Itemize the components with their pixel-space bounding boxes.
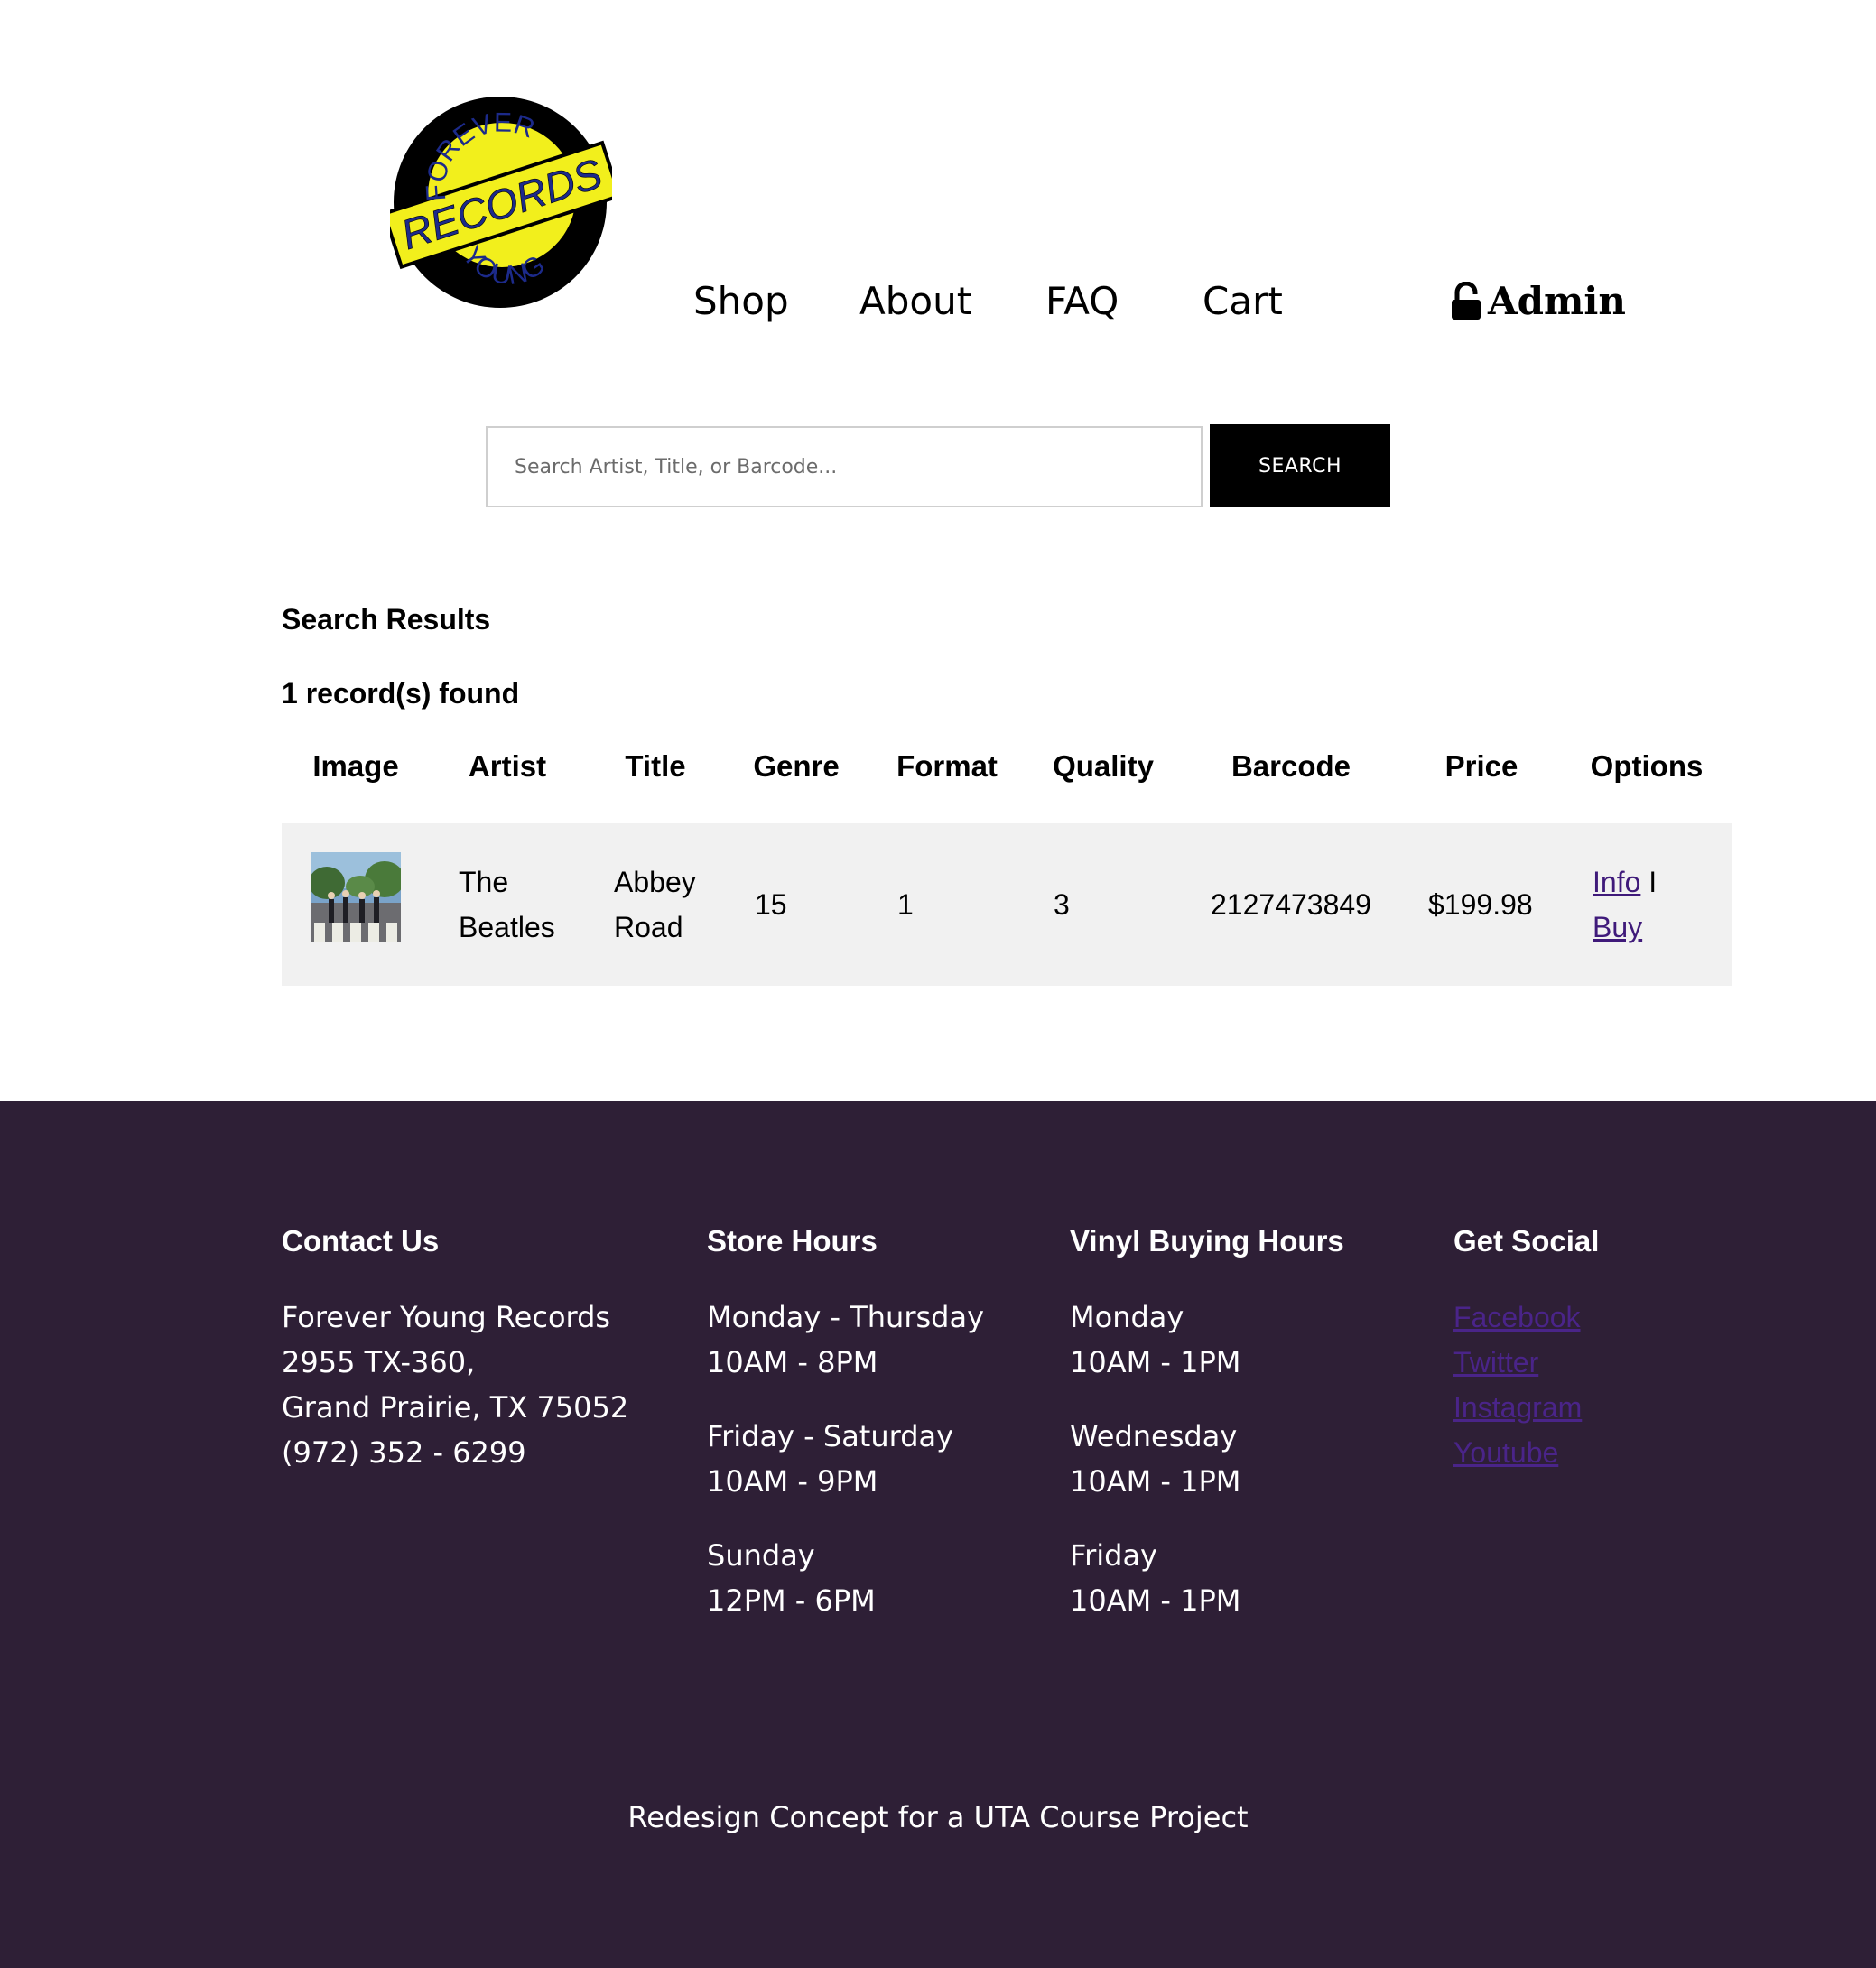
nav-cart-link[interactable]: Cart [1203, 276, 1283, 327]
cell-format: 1 [897, 888, 914, 921]
buy-link[interactable]: Buy [1593, 911, 1642, 943]
youtube-link[interactable]: Youtube [1453, 1430, 1599, 1475]
footer-store-hours-heading: Store Hours [707, 1224, 878, 1258]
footer-vinyl-hours-heading: Vinyl Buying Hours [1070, 1224, 1344, 1258]
site-footer: Contact Us Forever Young Records 2955 TX… [0, 1101, 1876, 1968]
search-button[interactable]: SEARCH [1210, 424, 1390, 507]
store-hours-time: 12PM - 6PM [707, 1583, 876, 1618]
footer-social-heading: Get Social [1453, 1224, 1600, 1258]
store-hours-days: Sunday [707, 1538, 815, 1573]
column-header-format: Format [896, 749, 998, 783]
nav-faq-link[interactable]: FAQ [1045, 276, 1119, 327]
footer-contact-name: Forever Young Records [282, 1300, 611, 1334]
store-hours-days: Friday - Saturday [707, 1419, 954, 1453]
footer-social: Get Social Facebook Twitter Instagram Yo… [1453, 1224, 1599, 1475]
column-header-barcode: Barcode [1231, 749, 1351, 783]
instagram-link[interactable]: Instagram [1453, 1385, 1599, 1430]
vinyl-hours-day: Friday [1070, 1538, 1157, 1573]
nav-admin-label: Admin [1488, 279, 1626, 323]
footer-contact-street: 2955 TX-360, [282, 1345, 476, 1379]
results-table-header: Image Artist Title Genre Format Quality … [282, 749, 1732, 794]
cell-genre: 15 [755, 888, 787, 921]
vinyl-hours-time: 10AM - 1PM [1070, 1583, 1241, 1618]
vinyl-hours-day: Monday [1070, 1300, 1184, 1334]
cell-artist: The Beatles [459, 859, 555, 950]
column-header-title: Title [625, 749, 686, 783]
footer-contact-heading: Contact Us [282, 1224, 440, 1258]
cell-price: $199.98 [1428, 888, 1533, 921]
footer-contact-phone: (972) 352 - 6299 [282, 1435, 526, 1470]
cell-options: Info I Buy [1593, 859, 1657, 950]
cell-artist-line-1: The [459, 866, 509, 898]
column-header-quality: Quality [1053, 749, 1154, 783]
store-hours-days: Monday - Thursday [707, 1300, 985, 1334]
store-hours-time: 10AM - 8PM [707, 1345, 878, 1379]
store-hours-block: Monday - Thursday 10AM - 8PM [707, 1295, 984, 1385]
cell-title-line-1: Abbey [614, 866, 696, 898]
nav-about-link[interactable]: About [859, 276, 971, 327]
vinyl-hours-block: Friday 10AM - 1PM [1070, 1533, 1344, 1623]
column-header-price: Price [1444, 749, 1518, 783]
cell-title-line-2: Road [614, 911, 683, 943]
vinyl-hours-block: Monday 10AM - 1PM [1070, 1295, 1344, 1385]
cell-quality: 3 [1054, 888, 1070, 921]
store-hours-time: 10AM - 9PM [707, 1464, 878, 1499]
column-header-options: Options [1590, 749, 1704, 783]
cell-barcode: 2127473849 [1211, 888, 1371, 921]
album-cover-icon[interactable] [311, 852, 401, 942]
vinyl-hours-time: 10AM - 1PM [1070, 1345, 1241, 1379]
nav-admin-link[interactable]: Admin [1450, 276, 1626, 327]
cell-artist-line-2: Beatles [459, 911, 555, 943]
footer-vinyl-hours: Vinyl Buying Hours Monday 10AM - 1PM Wed… [1070, 1224, 1344, 1652]
cell-title: Abbey Road [614, 859, 696, 950]
footer-store-hours: Store Hours Monday - Thursday 10AM - 8PM… [707, 1224, 984, 1652]
table-row: The Beatles Abbey Road 15 1 3 2127473849… [282, 823, 1732, 986]
search-input[interactable] [486, 426, 1203, 507]
vinyl-hours-day: Wednesday [1070, 1419, 1238, 1453]
column-header-image: Image [312, 749, 399, 783]
facebook-link[interactable]: Facebook [1453, 1295, 1599, 1340]
footer-contact-city: Grand Prairie, TX 75052 [282, 1390, 629, 1425]
column-header-genre: Genre [753, 749, 840, 783]
options-separator: I [1648, 866, 1658, 898]
footer-contact: Contact Us Forever Young Records 2955 TX… [282, 1224, 628, 1475]
vinyl-hours-block: Wednesday 10AM - 1PM [1070, 1414, 1344, 1504]
footer-credit: Redesign Concept for a UTA Course Projec… [627, 1800, 1249, 1834]
store-hours-block: Sunday 12PM - 6PM [707, 1533, 984, 1623]
store-hours-block: Friday - Saturday 10AM - 9PM [707, 1414, 984, 1504]
unlock-icon [1452, 282, 1481, 320]
vinyl-hours-time: 10AM - 1PM [1070, 1464, 1241, 1499]
info-link[interactable]: Info [1593, 866, 1640, 898]
column-header-artist: Artist [468, 749, 547, 783]
twitter-link[interactable]: Twitter [1453, 1340, 1599, 1385]
nav-shop-link[interactable]: Shop [693, 276, 789, 327]
main-nav: Shop About FAQ Cart Admin [0, 276, 1876, 327]
results-title: Search Results [282, 603, 491, 636]
results-count: 1 record(s) found [282, 677, 520, 710]
